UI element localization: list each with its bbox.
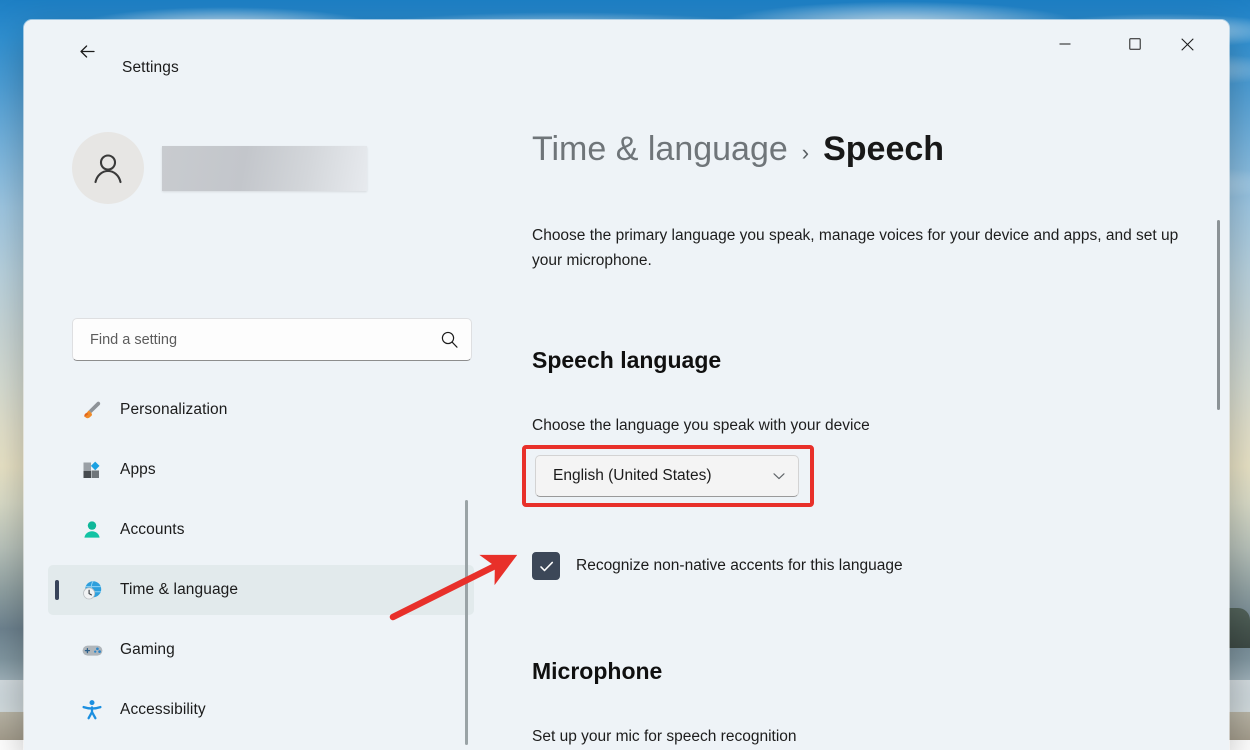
settings-window: Settings (24, 20, 1229, 750)
section-title-speech-language: Speech language (532, 347, 721, 374)
accent-checkbox-label: Recognize non-native accents for this la… (576, 557, 903, 575)
back-arrow-icon (77, 41, 98, 62)
speech-language-caption: Choose the language you speak with your … (532, 417, 870, 435)
sidebar-item-label: Gaming (120, 641, 175, 659)
maximize-icon (1129, 38, 1141, 50)
person-avatar-icon (88, 148, 128, 188)
speech-language-dropdown[interactable]: English (United States) (535, 455, 799, 497)
content-scrollbar-thumb[interactable] (1217, 220, 1220, 410)
search-box[interactable] (72, 318, 472, 361)
page-description: Choose the primary language you speak, m… (532, 223, 1212, 273)
minimize-icon (1059, 38, 1071, 50)
account-name-redacted (162, 146, 367, 191)
search-icon (440, 330, 459, 349)
gamepad-icon (80, 638, 104, 662)
sidebar-item-gaming[interactable]: Gaming (48, 625, 474, 675)
sidebar-item-apps[interactable]: Apps (48, 445, 474, 495)
close-button[interactable] (1164, 20, 1211, 68)
accent-checkbox[interactable] (532, 552, 560, 580)
app-title: Settings (122, 59, 179, 77)
microphone-caption: Set up your mic for speech recognition (532, 728, 797, 746)
account-row[interactable] (72, 132, 367, 204)
sidebar-item-label: Accessibility (120, 701, 206, 719)
chevron-down-icon (772, 469, 786, 483)
back-button[interactable] (72, 36, 102, 66)
search-input[interactable] (90, 332, 440, 348)
sidebar-item-label: Accounts (120, 521, 185, 539)
apps-grid-icon (80, 458, 104, 482)
globe-clock-icon (80, 578, 104, 602)
section-title-microphone: Microphone (532, 658, 662, 685)
sidebar-scrollbar-thumb[interactable] (465, 500, 468, 745)
sidebar-item-accessibility[interactable]: Accessibility (48, 685, 474, 735)
maximize-button[interactable] (1111, 20, 1158, 68)
sidebar-item-label: Personalization (120, 401, 227, 419)
title-bar: Settings (24, 20, 1229, 80)
breadcrumb: Time & language › Speech (532, 130, 944, 169)
sidebar: Personalization Apps (24, 80, 504, 750)
breadcrumb-parent-link[interactable]: Time & language (532, 130, 788, 169)
close-icon (1181, 38, 1194, 51)
page-title: Speech (823, 130, 944, 169)
sidebar-item-personalization[interactable]: Personalization (48, 385, 474, 435)
breadcrumb-separator-icon: › (802, 140, 809, 166)
minimize-button[interactable] (1041, 20, 1088, 68)
paintbrush-icon (80, 398, 104, 422)
sidebar-item-label: Apps (120, 461, 156, 479)
accent-checkbox-row[interactable]: Recognize non-native accents for this la… (532, 552, 903, 580)
speech-language-selected-value: English (United States) (553, 467, 772, 485)
avatar[interactable] (72, 132, 144, 204)
content-pane: Time & language › Speech Choose the prim… (504, 80, 1229, 750)
checkmark-icon (538, 558, 555, 575)
sidebar-item-privacy-and-security[interactable]: Privacy & security (48, 745, 474, 750)
person-icon (80, 518, 104, 542)
sidebar-item-time-and-language[interactable]: Time & language (48, 565, 474, 615)
accessibility-icon (80, 698, 104, 722)
sidebar-item-label: Time & language (120, 581, 238, 599)
sidebar-nav-list: Personalization Apps (48, 385, 474, 750)
sidebar-item-accounts[interactable]: Accounts (48, 505, 474, 555)
